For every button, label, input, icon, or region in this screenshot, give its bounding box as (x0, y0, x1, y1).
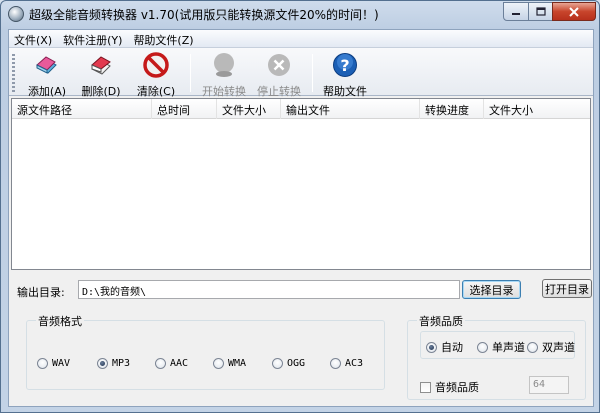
choose-directory-button[interactable]: 选择目录 (462, 280, 521, 299)
minimize-button[interactable] (503, 2, 529, 21)
file-list-header: 源文件路径 总时间 文件大小 输出文件 转换进度 文件大小 (12, 99, 590, 119)
format-group: 音频格式 WAV MP3 AAC WMA OGG AC3 (26, 313, 385, 390)
output-dir-input[interactable]: D:\我的音频\ (78, 280, 460, 299)
checkbox-icon (420, 381, 431, 393)
menu-help[interactable]: 帮助文件(Z) (128, 30, 199, 47)
add-button-label: 添加(A) (27, 85, 67, 98)
quality-group: 音频品质 自动 单声道 双声道 音频品质 64 (407, 313, 586, 400)
start-convert-icon (214, 53, 234, 77)
channel-radio-stereo[interactable]: 双声道 (527, 339, 575, 355)
toolbar-grip[interactable] (12, 54, 15, 92)
menu-file[interactable]: 文件(X) (9, 30, 58, 47)
toolbar: 添加(A) 删除(D) 清除(C) 开始转换 停止转换 ? 帮助文件 (9, 48, 593, 98)
column-output-file[interactable]: 输出文件 (281, 99, 420, 119)
add-files-icon (36, 56, 57, 74)
format-group-title: 音频格式 (36, 313, 84, 329)
clear-button[interactable]: 清除(C) (128, 52, 184, 98)
delete-eraser-icon (91, 56, 111, 75)
format-radio-ogg[interactable]: OGG (272, 358, 305, 369)
format-radio-ac3[interactable]: AC3 (330, 358, 363, 369)
radio-icon (330, 358, 341, 369)
add-button[interactable]: 添加(A) (19, 52, 75, 98)
radio-checked-icon (97, 358, 108, 369)
format-radio-wav[interactable]: WAV (37, 358, 70, 369)
column-progress[interactable]: 转换进度 (420, 99, 484, 119)
stop-convert-icon (268, 54, 290, 76)
quality-group-title: 音频品质 (417, 313, 465, 329)
delete-button-label: 删除(D) (81, 85, 121, 98)
stop-convert-button[interactable]: 停止转换 (251, 52, 307, 98)
column-output-size[interactable]: 文件大小 (484, 99, 590, 119)
clear-button-label: 清除(C) (136, 85, 176, 98)
toolbar-separator (312, 54, 313, 92)
app-window: 超级全能音频转换器 v1.70(试用版只能转换源文件20%的时间！) 文件(X)… (0, 0, 600, 413)
open-directory-button[interactable]: 打开目录 (542, 279, 592, 298)
radio-icon (213, 358, 224, 369)
menu-bar: 文件(X) 软件注册(Y) 帮助文件(Z) (9, 30, 593, 48)
channel-radio-mono[interactable]: 单声道 (477, 339, 525, 355)
radio-icon (477, 341, 488, 353)
radio-icon (155, 358, 166, 369)
channel-options-box: 自动 单声道 双声道 (420, 331, 575, 359)
radio-icon (37, 358, 48, 369)
format-radio-mp3[interactable]: MP3 (97, 358, 130, 369)
app-icon (8, 6, 24, 22)
format-radio-aac[interactable]: AAC (155, 358, 188, 369)
file-list[interactable]: 源文件路径 总时间 文件大小 输出文件 转换进度 文件大小 (11, 98, 591, 270)
quality-checkbox[interactable]: 音频品质 (420, 379, 479, 395)
radio-icon (527, 341, 538, 353)
channel-radio-auto[interactable]: 自动 (426, 339, 463, 355)
toolbar-separator (190, 54, 191, 92)
minimize-icon (512, 12, 520, 15)
start-convert-button[interactable]: 开始转换 (196, 52, 252, 98)
format-radio-wma[interactable]: WMA (213, 358, 246, 369)
help-question-icon: ? (333, 53, 357, 77)
title-bar[interactable]: 超级全能音频转换器 v1.70(试用版只能转换源文件20%的时间！) (1, 1, 599, 29)
maximize-icon (535, 7, 546, 16)
column-total-time[interactable]: 总时间 (152, 99, 217, 119)
bitrate-input[interactable]: 64 (529, 376, 569, 394)
close-button[interactable] (552, 2, 596, 21)
radio-icon (272, 358, 283, 369)
clear-forbidden-icon (143, 52, 169, 78)
radio-checked-icon (426, 341, 437, 353)
client-area: 文件(X) 软件注册(Y) 帮助文件(Z) 添加(A) 删除(D) 清除(C) … (8, 29, 594, 407)
delete-button[interactable]: 删除(D) (73, 52, 129, 98)
menu-register[interactable]: 软件注册(Y) (58, 30, 128, 47)
start-convert-label: 开始转换 (202, 85, 246, 98)
stop-convert-label: 停止转换 (257, 85, 301, 98)
close-icon (569, 6, 579, 17)
output-dir-label: 输出目录: (17, 286, 65, 299)
help-button[interactable]: ? 帮助文件 (317, 52, 373, 98)
column-source-path[interactable]: 源文件路径 (12, 99, 152, 119)
maximize-button[interactable] (528, 2, 553, 21)
column-file-size[interactable]: 文件大小 (217, 99, 281, 119)
help-button-label: 帮助文件 (323, 85, 367, 98)
window-title: 超级全能音频转换器 v1.70(试用版只能转换源文件20%的时间！) (29, 8, 379, 22)
svg-text:?: ? (340, 56, 349, 75)
